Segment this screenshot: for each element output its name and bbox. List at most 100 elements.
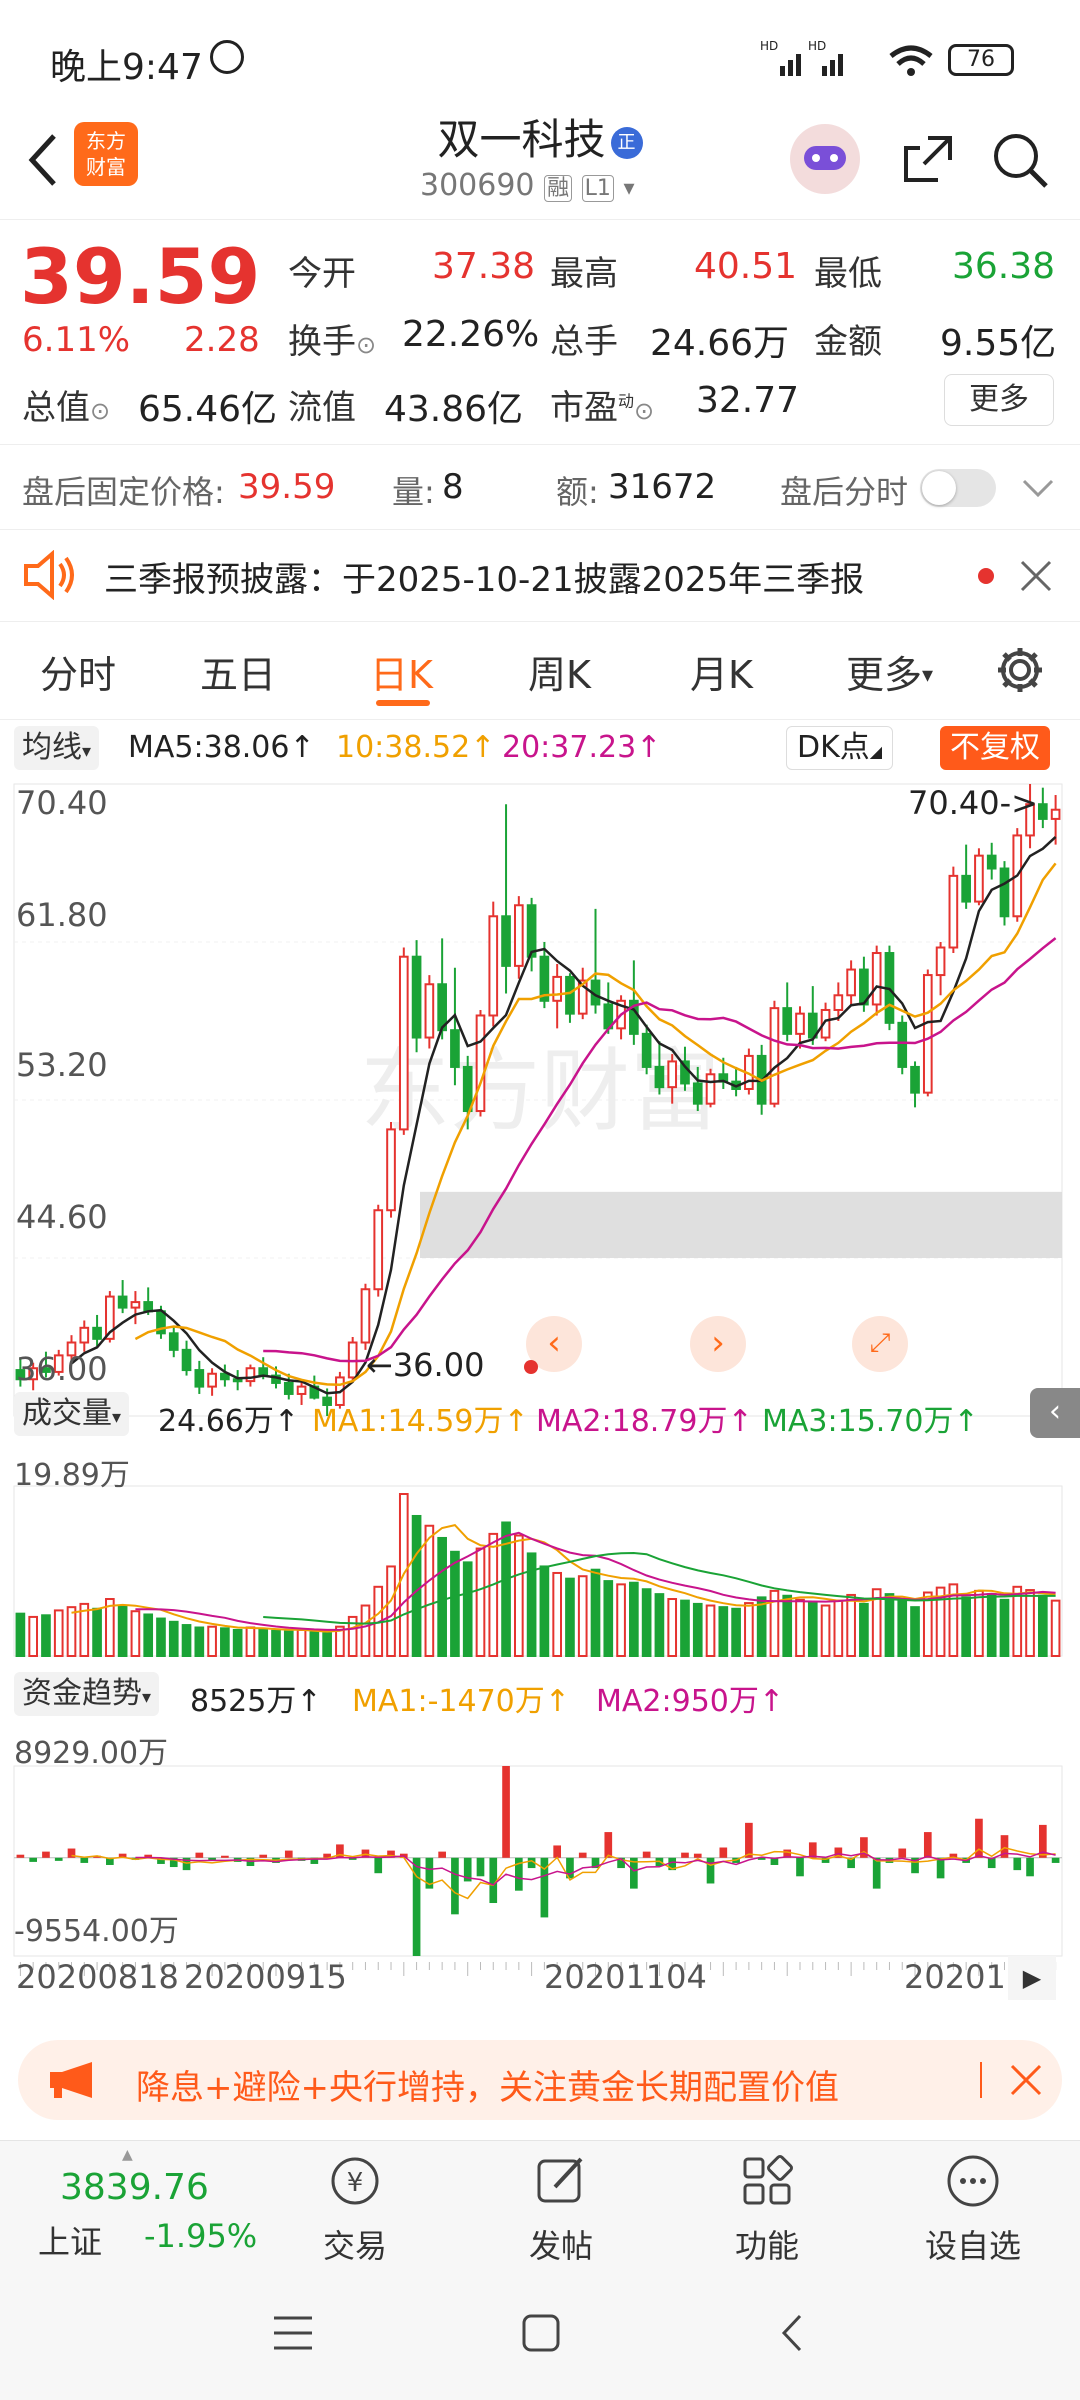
volume-bar <box>986 1593 997 1658</box>
after-timeshare-toggle[interactable] <box>920 469 996 507</box>
vol-ma1-legend: MA1:14.59万↑ <box>312 1404 529 1439</box>
vol-ma3-legend: MA3:15.70万↑ <box>762 1404 979 1439</box>
candle-body <box>130 1301 141 1309</box>
scroll-right-button[interactable]: ▶ <box>1008 1956 1056 2000</box>
candle-body <box>386 1128 396 1212</box>
candle-body <box>705 1073 716 1105</box>
adjust-button[interactable]: 不复权 <box>940 726 1050 770</box>
nav-trade[interactable]: ¥ 交易 <box>290 2151 420 2267</box>
fund-selector[interactable]: 资金趋势▾ <box>14 1672 160 1716</box>
promo-banner[interactable]: 降息+避险+央行增持，关注黄金长期配置价值 <box>18 2040 1062 2120</box>
volume-bar <box>552 1571 563 1658</box>
volume-value-legend: 24.66万↑ <box>158 1404 300 1439</box>
tab-monthly-k[interactable]: 月K <box>690 644 753 699</box>
tab-weekly-k[interactable]: 周K <box>528 644 591 699</box>
grid-icon <box>743 2155 793 2205</box>
search-icon[interactable] <box>990 130 1052 192</box>
expand-icon[interactable]: ⤢ <box>852 1316 908 1372</box>
fund-bar <box>553 1845 562 1858</box>
ma10-legend: 10:38.52↑ <box>336 730 496 765</box>
high-label: 最高 <box>550 254 618 294</box>
share-icon[interactable] <box>898 130 958 190</box>
volume-bar <box>667 1598 678 1657</box>
speaker-icon <box>24 550 74 600</box>
fund-ma2-legend: MA2:950万↑ <box>596 1684 785 1719</box>
volume-selector[interactable]: 成交量▾ <box>14 1392 130 1436</box>
chevron-down-icon: ▾ <box>142 1687 152 1708</box>
vol-ma2-legend: MA2:18.79万↑ <box>536 1404 753 1439</box>
candle-body <box>833 994 844 1011</box>
robot-assistant-icon[interactable] <box>790 124 860 194</box>
volume-bar <box>654 1593 665 1658</box>
volume-bar <box>220 1627 230 1657</box>
candle-body <box>974 854 984 903</box>
fund-bar <box>642 1851 651 1858</box>
volume-bar <box>859 1602 869 1657</box>
open-value: 37.38 <box>432 246 536 287</box>
status-time: 晚上9:47 <box>50 47 203 88</box>
close-icon[interactable] <box>1018 558 1054 594</box>
kline-chart-area[interactable]: 均线▾ MA5:38.06↑ 10:38.52↑ 20:37.23↑ DK点◢ … <box>0 720 1080 2010</box>
volume-bar <box>731 1607 741 1658</box>
close-icon[interactable] <box>1008 2062 1044 2098</box>
volume-bar <box>641 1588 652 1657</box>
event-dot <box>524 1360 538 1374</box>
volume-bar <box>692 1602 703 1657</box>
after-vol-label: 量: <box>392 473 435 511</box>
float-value: 43.86亿 <box>384 389 524 430</box>
tab-daily-k[interactable]: 日K <box>370 644 433 699</box>
candle-body <box>488 915 499 1017</box>
next-arrow-button[interactable]: › <box>690 1316 746 1372</box>
fund-bar <box>1026 1857 1034 1877</box>
candle-body <box>373 1209 384 1291</box>
back-nav-icon[interactable] <box>770 2310 816 2356</box>
volume-bar <box>207 1625 217 1658</box>
pe-label: 市盈动⊙ <box>550 388 655 428</box>
volume-bar <box>143 1613 154 1658</box>
volume-bar <box>462 1561 473 1657</box>
chevron-down-icon[interactable] <box>1020 477 1056 501</box>
max-marker: 70.40-> <box>908 784 1038 822</box>
ma-selector[interactable]: 均线▾ <box>14 726 100 770</box>
volume-bar <box>616 1583 626 1658</box>
home-icon[interactable] <box>518 2310 564 2356</box>
candle-body <box>1050 808 1061 820</box>
chevron-down-icon[interactable]: ▾ <box>623 176 634 201</box>
notice-bar[interactable]: 三季报预披露：于2025-10-21披露2025年三季报 <box>0 530 1080 622</box>
status-bar: 晚上9:47 HD HD 76 <box>0 0 1080 110</box>
chart-svg: 东方财富 <box>13 783 1063 1976</box>
fund-bar <box>16 1854 25 1858</box>
volume-bar <box>999 1598 1010 1658</box>
volume-bar <box>156 1617 166 1657</box>
volume-bar <box>922 1591 933 1657</box>
more-button[interactable]: 更多 <box>944 374 1054 426</box>
dk-point-button[interactable]: DK点◢ <box>786 726 894 770</box>
volume-bar <box>603 1580 614 1657</box>
gear-icon[interactable] <box>994 644 1046 696</box>
quote-panel: 39.59 6.11% 2.28 今开 37.38 最高 40.51 最低 36… <box>0 222 1080 442</box>
collapse-panel-button[interactable]: ‹ <box>1030 1388 1080 1438</box>
volume-bar <box>232 1628 243 1658</box>
mktcap-value: 65.46亿 <box>138 389 278 430</box>
battery-icon: 76 <box>948 44 1014 76</box>
tab-timeshare[interactable]: 分时 <box>40 644 116 699</box>
nav-functions[interactable]: 功能 <box>702 2151 832 2267</box>
menu-icon[interactable] <box>270 2310 316 2356</box>
y-label-4: 44.60 <box>16 1198 108 1236</box>
candle-body <box>501 915 511 967</box>
nav-add-watchlist[interactable]: 设自选 <box>908 2151 1038 2267</box>
change-percent: 6.11% <box>22 320 131 360</box>
nav-post[interactable]: 发帖 <box>496 2151 626 2267</box>
index-ticker[interactable]: ▲ 3839.76 上证 -1.95% <box>22 2147 272 2265</box>
tab-five-day[interactable]: 五日 <box>200 644 276 699</box>
volume-bar <box>130 1610 141 1658</box>
volume-bar <box>41 1614 51 1658</box>
after-amt: 31672 <box>608 467 717 507</box>
tab-more[interactable]: 更多▾ <box>846 644 933 699</box>
candle-body <box>360 1288 371 1344</box>
fund-bar <box>476 1857 485 1877</box>
nav-add-watchlist-label: 设自选 <box>924 2227 1021 2265</box>
volume-bar <box>705 1604 716 1658</box>
fund-bar <box>29 1857 38 1862</box>
title-badge: 正 <box>610 127 643 159</box>
